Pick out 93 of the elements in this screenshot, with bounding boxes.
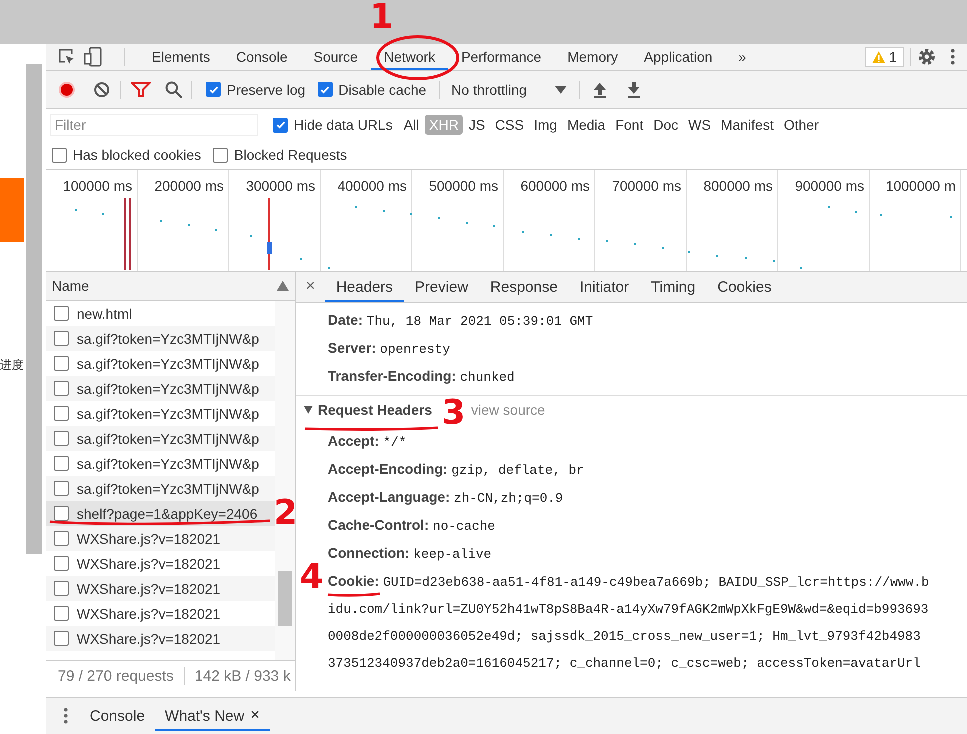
request-row[interactable]: WXShare.js?v=182021: [46, 526, 275, 551]
annotation-number: 3: [442, 396, 466, 430]
panel-tab[interactable]: Performance: [448, 44, 555, 70]
type-filter-button[interactable]: CSS: [491, 115, 528, 135]
header-line: Server: openresty: [328, 339, 450, 359]
header-line: Transfer-Encoding: chunked: [328, 367, 515, 387]
page-text: 进度: [0, 357, 24, 374]
checkbox-option[interactable]: Blocked Requests: [213, 147, 348, 163]
type-filter-button[interactable]: Img: [530, 115, 562, 135]
request-row[interactable]: sa.gif?token=Yzc3MTIjNW&p: [46, 451, 275, 476]
header-line: Accept: */*: [328, 432, 407, 452]
checkmark-icon: [320, 84, 330, 94]
checkbox-option[interactable]: Has blocked cookies: [52, 147, 202, 163]
panel-tab[interactable]: Console: [223, 44, 301, 70]
header-value-line: idu.com/link?url=ZU0Y52h41wT8pS8Ba4R-a14yXw79fAGK2mWpXkFgE9W&wd=&eqid=b993693: [328, 601, 929, 619]
type-filter-button[interactable]: Doc: [650, 115, 682, 135]
request-row[interactable]: sa.gif?token=Yzc3MTIjNW&p: [46, 376, 275, 401]
record-icon[interactable]: [58, 80, 76, 98]
clear-icon[interactable]: [94, 82, 110, 98]
settings-icon[interactable]: [917, 47, 937, 67]
inspect-icon[interactable]: [58, 48, 76, 66]
page-banner: [0, 178, 24, 242]
warning-icon: [872, 50, 886, 64]
search-icon[interactable]: [165, 80, 183, 98]
type-filter-button[interactable]: Font: [612, 115, 648, 135]
header-value-line: 373512340937deb2a0=1616045217; c_channel=0; c_csc=web; accessToken=avatarUrl: [328, 655, 921, 673]
checkbox-option[interactable]: Disable cache: [318, 82, 427, 98]
request-count: 79 / 270 requests: [58, 668, 174, 684]
section-toggle[interactable]: Request Headers: [304, 402, 432, 418]
request-row[interactable]: sa.gif?token=Yzc3MTIjNW&p: [46, 476, 275, 501]
panel-tab[interactable]: Network: [371, 44, 448, 70]
more-tabs-button[interactable]: »: [726, 44, 760, 70]
warning-badge[interactable]: 1: [865, 47, 904, 67]
throttling-dropdown[interactable]: No throttling: [452, 82, 568, 98]
caret-icon: [555, 86, 568, 94]
type-filter-button[interactable]: Media: [563, 115, 610, 135]
panel-tab[interactable]: Source: [300, 44, 372, 70]
column-header[interactable]: Name: [46, 272, 295, 301]
header-line: Connection: keep-alive: [328, 544, 492, 564]
header-line: Cookie: GUID=d23eb638-aa51-4f81-a149-c49bea7a669b; BAIDU_SSP_lcr=https://www.b: [328, 572, 930, 592]
detail-tab[interactable]: Preview: [404, 272, 480, 302]
more-icon[interactable]: [64, 708, 68, 724]
more-icon[interactable]: [951, 49, 955, 65]
request-row[interactable]: WXShare.js?v=182021: [46, 576, 275, 601]
scrollbar[interactable]: [275, 301, 295, 660]
triangle-icon: [304, 406, 313, 414]
detail-tab[interactable]: Timing: [640, 272, 707, 302]
request-row[interactable]: sa.gif?token=Yzc3MTIjNW&p: [46, 351, 275, 376]
request-row[interactable]: sa.gif?token=Yzc3MTIjNW&p: [46, 401, 275, 426]
header-line: Date: Thu, 18 Mar 2021 05:39:01 GMT: [328, 311, 594, 331]
type-filter-button[interactable]: JS: [464, 115, 490, 135]
type-filter-button[interactable]: Manifest: [717, 115, 778, 135]
type-filter-button[interactable]: All: [400, 115, 424, 135]
checkbox-option[interactable]: Hide data URLs: [273, 117, 393, 133]
annotation-number: 1: [370, 0, 394, 34]
annotation-number: 2: [274, 496, 298, 530]
detail-tab[interactable]: Initiator: [568, 272, 640, 302]
request-row[interactable]: new.html: [46, 301, 275, 326]
request-row[interactable]: WXShare.js?v=182021: [46, 601, 275, 626]
type-filter-button[interactable]: Other: [780, 115, 823, 135]
panel-tab[interactable]: Memory: [554, 44, 632, 70]
download-icon[interactable]: [626, 82, 642, 98]
panel-tab[interactable]: Application: [631, 44, 726, 70]
drawer-tab[interactable]: Console: [80, 701, 156, 731]
filter-icon[interactable]: [131, 82, 151, 98]
header-line: Cache-Control: no-cache: [328, 516, 496, 536]
checkmark-icon: [208, 84, 218, 94]
view-source-link[interactable]: view source: [471, 402, 546, 418]
request-row[interactable]: WXShare.js?v=182021: [46, 626, 275, 651]
checkbox-option[interactable]: Preserve log: [206, 82, 306, 98]
request-row[interactable]: sa.gif?token=Yzc3MTIjNW&p: [46, 426, 275, 451]
detail-tab[interactable]: Cookies: [706, 272, 783, 302]
request-row[interactable]: sa.gif?token=Yzc3MTIjNW&p: [46, 326, 275, 351]
upload-icon[interactable]: [592, 82, 608, 98]
type-filter-button[interactable]: WS: [684, 115, 716, 135]
drawer-tab[interactable]: What's New ×: [155, 701, 270, 731]
panel-tab[interactable]: Elements: [139, 44, 224, 70]
detail-tab[interactable]: Response: [479, 272, 569, 302]
request-row[interactable]: shelf?page=1&appKey=2406: [46, 501, 275, 526]
scrollbar[interactable]: [26, 64, 42, 554]
filter-field[interactable]: Filter: [51, 115, 257, 135]
request-row[interactable]: WXShare.js?v=182021: [46, 551, 275, 576]
annotation-underline: [328, 592, 380, 597]
header-line: Accept-Encoding: gzip, deflate, br: [328, 460, 584, 480]
header-line: Accept-Language: zh-CN,zh;q=0.9: [328, 488, 564, 508]
sort-arrow-icon[interactable]: [277, 281, 289, 291]
header-value-line: 0008de2f000000036052e49d; sajssdk_2015_cross_new_user=1; Hm_lvt_9793f42b4983: [328, 628, 921, 646]
device-icon[interactable]: [84, 47, 102, 67]
close-button[interactable]: ×: [296, 278, 326, 296]
transfer-size: 142 kB / 933 k: [194, 668, 291, 684]
detail-tab[interactable]: Headers: [325, 272, 404, 302]
annotation-number: 4: [300, 560, 324, 594]
checkmark-icon: [276, 120, 286, 130]
